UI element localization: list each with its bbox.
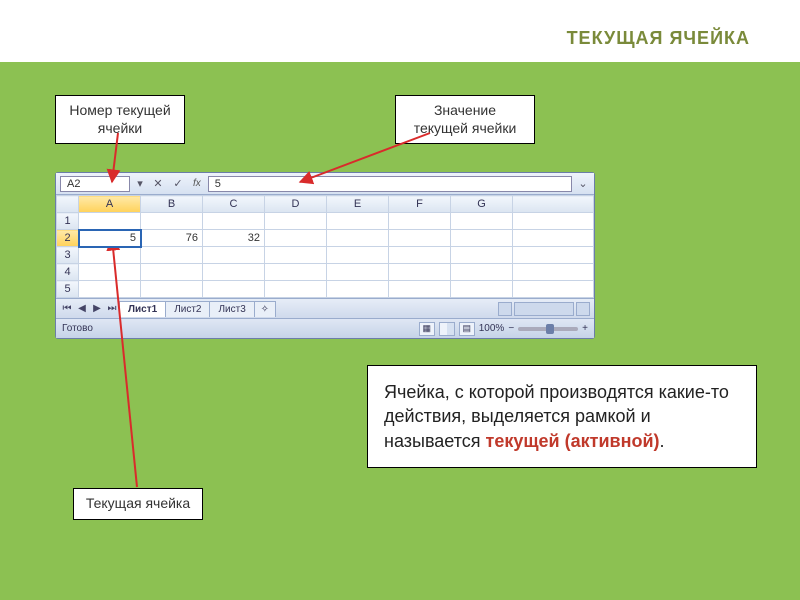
next-sheet-icon[interactable]: ▶ xyxy=(90,302,104,316)
h-scroll[interactable] xyxy=(276,302,590,316)
excel-window: A2 ▾ ✕ ✓ fx 5 ⌄ A B C D E F G 1 xyxy=(55,172,595,339)
tab-sheet1[interactable]: Лист1 xyxy=(119,301,166,317)
view-normal-icon[interactable]: ▦ xyxy=(419,322,435,336)
fx-label[interactable]: fx xyxy=(190,178,204,189)
col-header-spacer xyxy=(513,196,594,213)
col-header-C[interactable]: C xyxy=(203,196,265,213)
explanation-period: . xyxy=(660,431,665,451)
cell-C3[interactable] xyxy=(203,247,265,264)
cell-C4[interactable] xyxy=(203,264,265,281)
cell-blank-1[interactable] xyxy=(513,213,594,230)
cell-B1[interactable] xyxy=(141,213,203,230)
name-box-dropdown-icon[interactable]: ▾ xyxy=(134,177,146,190)
cell-F4[interactable] xyxy=(389,264,451,281)
scroll-track[interactable] xyxy=(514,302,574,316)
cell-C1[interactable] xyxy=(203,213,265,230)
cell-D4[interactable] xyxy=(265,264,327,281)
row-header-3[interactable]: 3 xyxy=(57,247,79,264)
cell-F1[interactable] xyxy=(389,213,451,230)
first-sheet-icon[interactable]: ⏮ xyxy=(60,302,74,316)
prev-sheet-icon[interactable]: ◀ xyxy=(75,302,89,316)
cell-C5[interactable] xyxy=(203,281,265,298)
cell-B4[interactable] xyxy=(141,264,203,281)
view-layout-icon[interactable] xyxy=(439,322,455,336)
zoom-in-icon[interactable]: + xyxy=(582,323,588,334)
cell-B5[interactable] xyxy=(141,281,203,298)
cell-G2[interactable] xyxy=(451,230,513,247)
cell-D3[interactable] xyxy=(265,247,327,264)
last-sheet-icon[interactable]: ⏭ xyxy=(105,302,119,316)
status-text: Готово xyxy=(62,323,93,334)
col-header-A[interactable]: A xyxy=(79,196,141,213)
cell-grid[interactable]: A B C D E F G 1 2 5 76 32 3 xyxy=(56,195,594,298)
zoom-out-icon[interactable]: − xyxy=(508,323,514,334)
cell-B2[interactable]: 76 xyxy=(141,230,203,247)
tab-sheet2[interactable]: Лист2 xyxy=(165,301,210,317)
slide-title: ТЕКУЩАЯ ЯЧЕЙКА xyxy=(567,28,750,49)
scroll-left-icon[interactable] xyxy=(498,302,512,316)
callout-cell-number: Номер текущей ячейки xyxy=(55,95,185,144)
explanation-keyword: текущей (активной) xyxy=(486,431,660,451)
view-pagebreak-icon[interactable]: ▤ xyxy=(459,322,475,336)
cell-A4[interactable] xyxy=(79,264,141,281)
cell-B3[interactable] xyxy=(141,247,203,264)
cell-E4[interactable] xyxy=(327,264,389,281)
cell-A1[interactable] xyxy=(79,213,141,230)
col-header-B[interactable]: B xyxy=(141,196,203,213)
cell-blank-4[interactable] xyxy=(513,264,594,281)
callout-cell-value: Значение текущей ячейки xyxy=(395,95,535,144)
expand-formula-icon[interactable]: ⌄ xyxy=(576,177,590,190)
cell-D2[interactable] xyxy=(265,230,327,247)
grid-area: A B C D E F G 1 2 5 76 32 3 xyxy=(56,195,594,298)
col-header-D[interactable]: D xyxy=(265,196,327,213)
cell-C2[interactable]: 32 xyxy=(203,230,265,247)
cell-A2[interactable]: 5 xyxy=(79,230,141,247)
formula-bar: A2 ▾ ✕ ✓ fx 5 ⌄ xyxy=(56,173,594,195)
cell-blank-5[interactable] xyxy=(513,281,594,298)
enter-icon[interactable]: ✓ xyxy=(170,176,186,192)
callout-current-cell: Текущая ячейка xyxy=(73,488,203,520)
sheet-tab-bar: ⏮ ◀ ▶ ⏭ Лист1 Лист2 Лист3 ✧ xyxy=(56,298,594,318)
status-bar: Готово ▦ ▤ 100% − + xyxy=(56,318,594,338)
cell-E3[interactable] xyxy=(327,247,389,264)
cell-G3[interactable] xyxy=(451,247,513,264)
row-header-1[interactable]: 1 xyxy=(57,213,79,230)
new-sheet-icon[interactable]: ✧ xyxy=(254,301,276,317)
cell-E2[interactable] xyxy=(327,230,389,247)
zoom-slider[interactable] xyxy=(518,327,578,331)
name-box[interactable]: A2 xyxy=(60,176,130,192)
cell-A5[interactable] xyxy=(79,281,141,298)
scroll-right-icon[interactable] xyxy=(576,302,590,316)
cell-E1[interactable] xyxy=(327,213,389,230)
zoom-thumb[interactable] xyxy=(546,324,554,334)
select-all-corner[interactable] xyxy=(57,196,79,213)
tab-sheet3[interactable]: Лист3 xyxy=(209,301,254,317)
cell-F2[interactable] xyxy=(389,230,451,247)
row-header-4[interactable]: 4 xyxy=(57,264,79,281)
explanation-box: Ячейка, с которой производятся какие-то … xyxy=(367,365,757,468)
cell-blank-3[interactable] xyxy=(513,247,594,264)
cell-F5[interactable] xyxy=(389,281,451,298)
col-header-G[interactable]: G xyxy=(451,196,513,213)
col-header-E[interactable]: E xyxy=(327,196,389,213)
zoom-label: 100% xyxy=(479,323,505,334)
cancel-icon[interactable]: ✕ xyxy=(150,176,166,192)
formula-input[interactable]: 5 xyxy=(208,176,572,192)
cell-E5[interactable] xyxy=(327,281,389,298)
row-header-5[interactable]: 5 xyxy=(57,281,79,298)
cell-G4[interactable] xyxy=(451,264,513,281)
cell-G1[interactable] xyxy=(451,213,513,230)
row-header-2[interactable]: 2 xyxy=(57,230,79,247)
cell-A3[interactable] xyxy=(79,247,141,264)
cell-D1[interactable] xyxy=(265,213,327,230)
col-header-F[interactable]: F xyxy=(389,196,451,213)
cell-F3[interactable] xyxy=(389,247,451,264)
cell-blank-2[interactable] xyxy=(513,230,594,247)
cell-D5[interactable] xyxy=(265,281,327,298)
cell-G5[interactable] xyxy=(451,281,513,298)
